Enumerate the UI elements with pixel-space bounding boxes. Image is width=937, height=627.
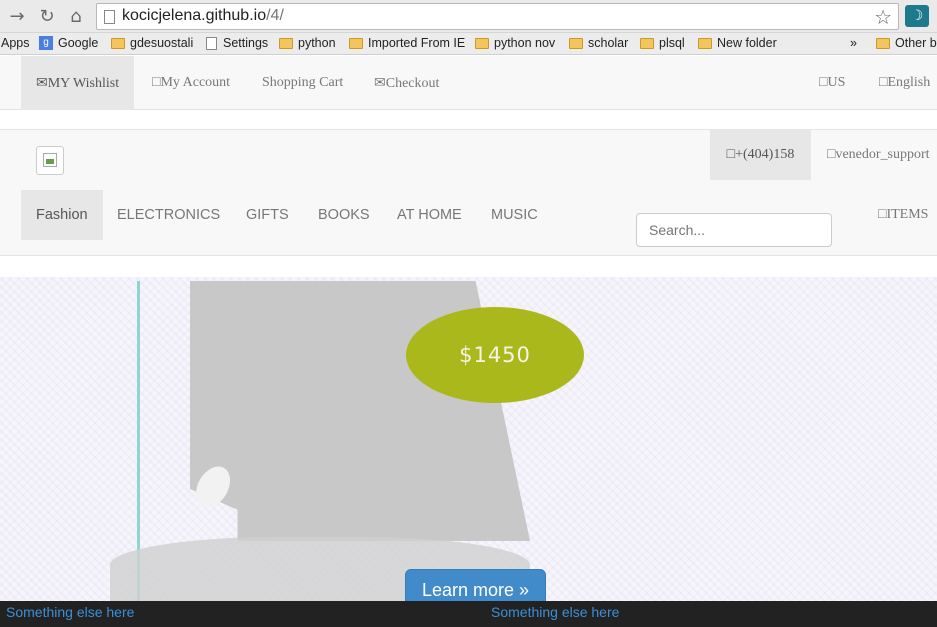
bookmark-settings[interactable]: Settings <box>206 36 268 50</box>
checkout-link[interactable]: ✉Checkout <box>359 56 454 110</box>
site-logo[interactable] <box>36 146 64 175</box>
footer-bar: Something else here Something else here <box>0 601 937 627</box>
folder-icon <box>349 37 363 49</box>
category-gifts[interactable]: GIFTS <box>231 190 304 240</box>
category-music[interactable]: MUSIC <box>476 190 553 240</box>
bookmark-imported-from-ie[interactable]: Imported From IE <box>349 36 465 50</box>
category-fashion[interactable]: Fashion <box>21 190 103 240</box>
wishlist-link[interactable]: ✉MY Wishlist <box>21 56 135 110</box>
hero-carousel: $1450 Learn more » <box>0 277 937 601</box>
bookmark-star-icon[interactable]: ☆ <box>874 5 892 29</box>
browser-toolbar: → ↻ ⌂ kocicjelena.github.io/4/ ☆ ☽ <box>0 0 937 33</box>
bookmark-google[interactable]: g Google <box>39 36 98 50</box>
folder-icon <box>279 37 293 49</box>
bookmark-scholar[interactable]: scholar <box>569 36 628 50</box>
home-icon[interactable]: ⌂ <box>65 5 87 27</box>
reload-icon[interactable]: ↻ <box>36 5 58 27</box>
footer-link-left[interactable]: Something else here <box>6 604 134 620</box>
bookmarks-overflow-button[interactable]: » <box>850 36 857 50</box>
support-link[interactable]: □venedor_support <box>827 130 930 180</box>
region-dropdown[interactable]: □US <box>804 56 860 110</box>
shopping-cart-link[interactable]: Shopping Cart <box>247 56 358 110</box>
top-utility-bar: ✉MY Wishlist □My Account Shopping Cart ✉… <box>0 56 937 110</box>
search-input[interactable] <box>636 213 832 247</box>
page-icon <box>206 36 217 50</box>
bookmark-python-nov[interactable]: python nov <box>475 36 555 50</box>
phone-link[interactable]: □+(404)158 <box>710 130 811 180</box>
bookmark-gdesuostali[interactable]: gdesuostali <box>111 36 193 50</box>
folder-icon <box>111 37 125 49</box>
address-bar[interactable]: kocicjelena.github.io/4/ ☆ <box>96 3 899 30</box>
folder-icon <box>640 37 654 49</box>
bookmark-apps[interactable]: Apps <box>1 36 30 50</box>
category-at-home[interactable]: AT HOME <box>382 190 477 240</box>
bookmark-other-bookmarks[interactable]: Other b <box>876 36 937 50</box>
category-electronics[interactable]: ELECTRONICS <box>102 190 235 240</box>
learn-more-button[interactable]: Learn more » <box>405 569 546 601</box>
folder-icon <box>876 37 890 49</box>
bookmarks-bar: Apps g Google gdesuostali Settings python… <box>0 33 937 55</box>
url-text: kocicjelena.github.io/4/ <box>122 7 284 24</box>
bookmark-plsql[interactable]: plsql <box>640 36 685 50</box>
bookmark-python[interactable]: python <box>279 36 336 50</box>
folder-icon <box>698 37 712 49</box>
header-spacer <box>0 110 937 130</box>
footer-link-right[interactable]: Something else here <box>491 604 619 620</box>
category-books[interactable]: BOOKS <box>303 190 385 240</box>
language-dropdown[interactable]: □English <box>864 56 937 110</box>
broken-image-icon <box>43 153 57 167</box>
items-cart-link[interactable]: □ITEMS <box>878 190 928 240</box>
folder-icon <box>475 37 489 49</box>
forward-icon[interactable]: → <box>6 5 28 27</box>
my-account-link[interactable]: □My Account <box>137 56 245 110</box>
folder-icon <box>569 37 583 49</box>
main-navbar: □+(404)158 □venedor_support Fashion ELEC… <box>0 130 937 256</box>
page-icon <box>104 10 115 24</box>
google-icon: g <box>39 36 53 50</box>
bookmark-new-folder[interactable]: New folder <box>698 36 777 50</box>
extension-icon[interactable]: ☽ <box>905 5 929 27</box>
price-badge: $1450 <box>406 307 584 403</box>
